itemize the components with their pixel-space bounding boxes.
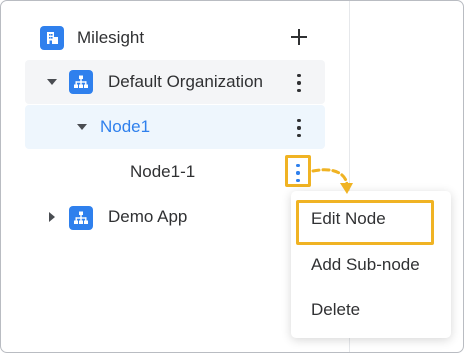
annotation-arrow	[311, 168, 353, 194]
organization-tree-panel: Milesight Default Organization Node1 Nod…	[0, 0, 464, 353]
